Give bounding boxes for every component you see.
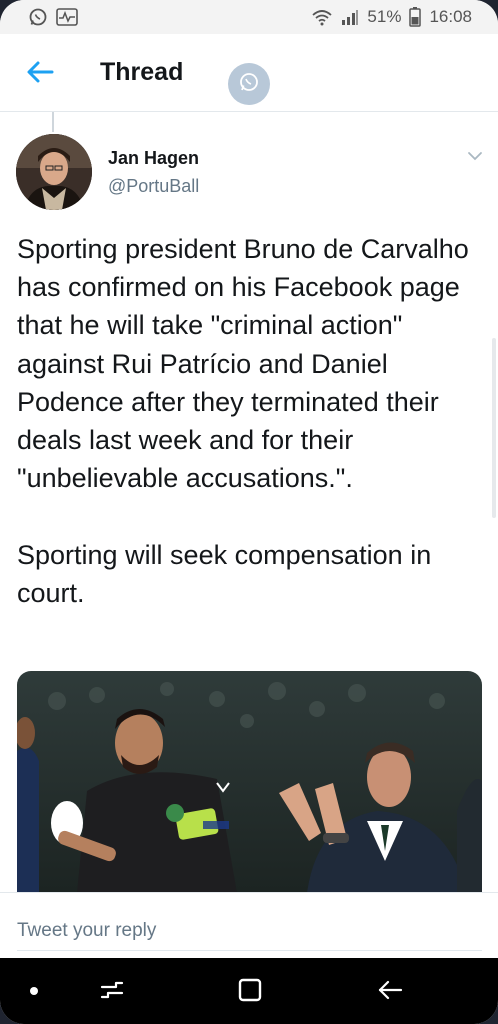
navigation-bar [0, 958, 498, 1024]
wifi-icon [311, 8, 333, 26]
author-handle[interactable]: @PortuBall [108, 176, 199, 197]
tweet-text: Sporting president Bruno de Carvalho has… [17, 234, 469, 608]
nav-dot-button[interactable] [14, 972, 54, 1012]
dot-icon [29, 983, 39, 1001]
floating-chat-bubble[interactable] [228, 63, 270, 105]
home-square-icon [238, 978, 262, 1007]
pulse-icon [56, 8, 78, 26]
status-left [28, 7, 78, 27]
battery-percent: 51% [367, 7, 402, 26]
header: Thread [0, 34, 498, 112]
whatsapp-icon [238, 71, 260, 98]
home-button[interactable] [230, 972, 270, 1012]
recent-apps-icon [99, 980, 125, 1005]
battery-icon [409, 7, 422, 27]
back-nav-button[interactable] [370, 972, 410, 1012]
back-button[interactable] [22, 56, 58, 92]
scroll-indicator[interactable] [492, 338, 496, 518]
whatsapp-icon [28, 7, 48, 27]
status-right: 51% 16:08 [311, 7, 472, 27]
status-bar: 51% 16:08 [0, 0, 498, 34]
arrow-left-icon [26, 60, 54, 89]
page-title: Thread [100, 58, 184, 86]
back-arrow-icon [377, 979, 403, 1006]
tweet-options-button[interactable] [464, 148, 486, 166]
tweet-photo[interactable] [17, 671, 482, 893]
phone-screen: 51% 16:08 Thread Jan Hagen @PortuBall Sp… [0, 0, 498, 1024]
chevron-down-icon [467, 148, 483, 166]
reply-input[interactable] [17, 911, 482, 951]
recent-apps-button[interactable] [92, 972, 132, 1012]
reply-bar [0, 892, 498, 958]
avatar[interactable] [16, 134, 92, 210]
thread-connector-line [52, 112, 54, 132]
author-name[interactable]: Jan Hagen [108, 148, 199, 169]
clock: 16:08 [429, 7, 472, 26]
signal-icon [341, 8, 359, 26]
